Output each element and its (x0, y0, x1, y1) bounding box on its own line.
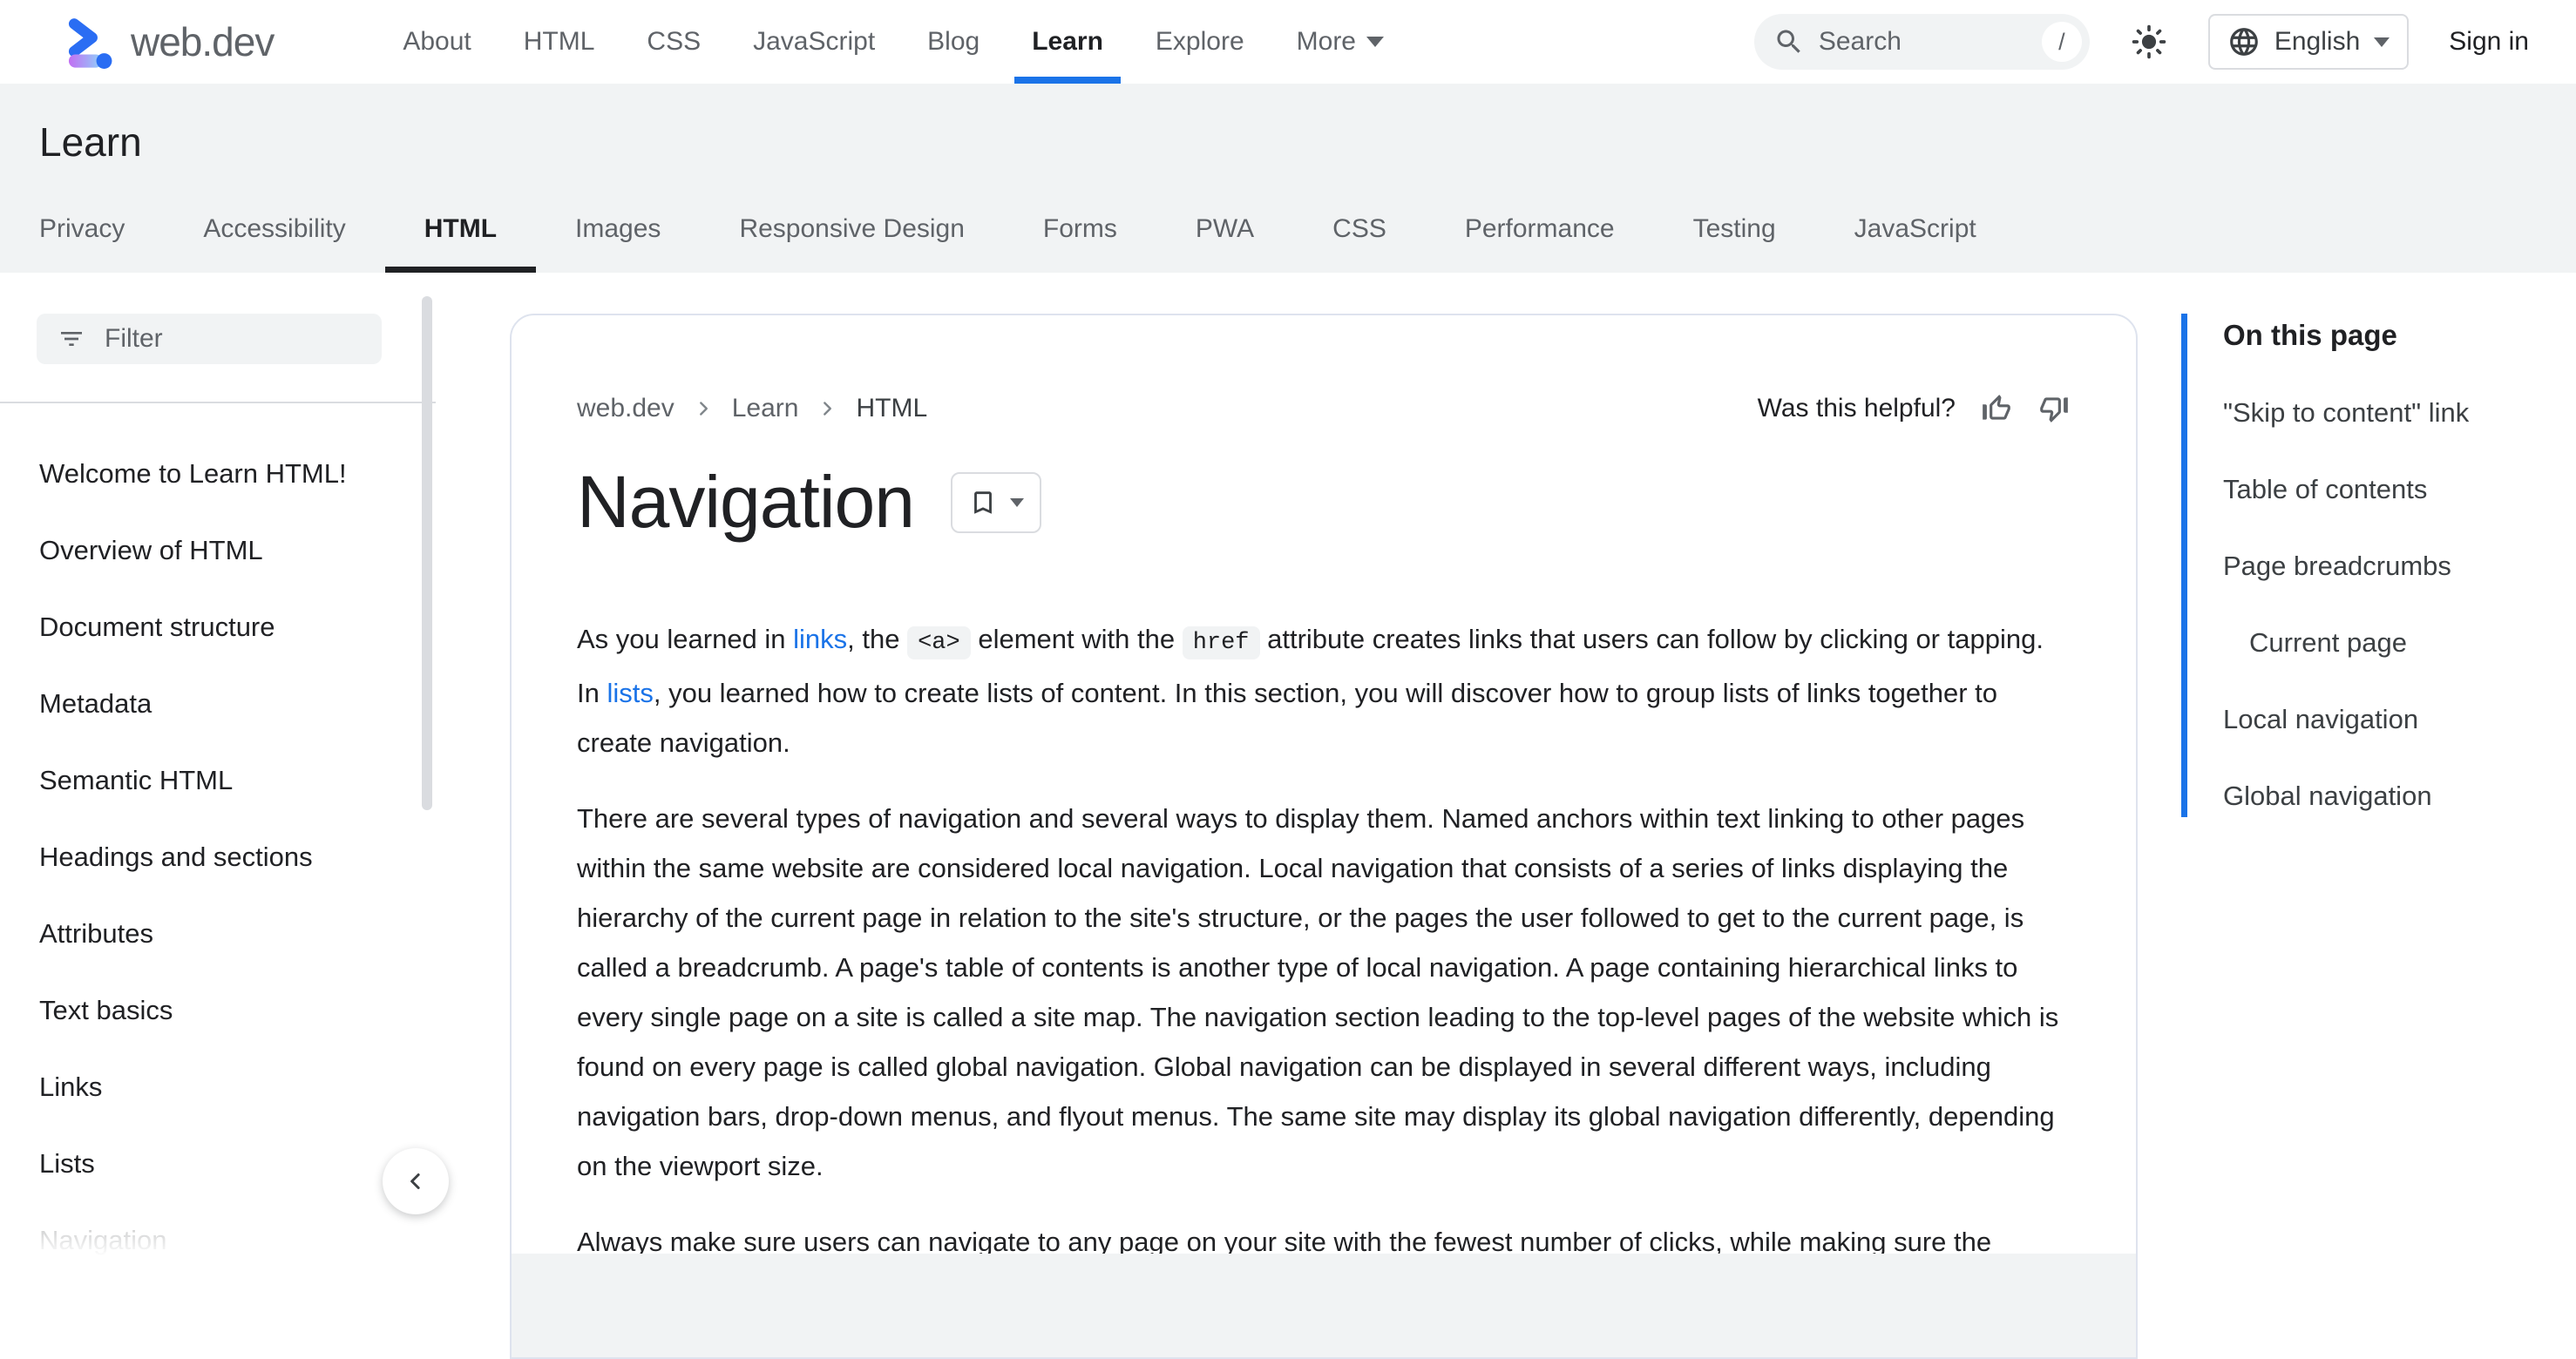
chevron-down-icon (1010, 498, 1024, 507)
filter-input[interactable] (105, 324, 361, 354)
tab-images[interactable]: Images (536, 186, 700, 273)
tab-responsive-design[interactable]: Responsive Design (700, 186, 1003, 273)
article-card: web.dev Learn HTML Was this helpful? (510, 314, 2138, 1359)
thumbs-down-button[interactable] (2037, 392, 2071, 425)
thumbs-up-button[interactable] (1980, 392, 2013, 425)
nav-item-css[interactable]: CSS (620, 0, 727, 84)
primary-nav: About HTML CSS JavaScript Blog Learn Exp… (376, 0, 1410, 84)
sidebar-item-metadata[interactable]: Metadata (0, 666, 436, 742)
tab-performance[interactable]: Performance (1426, 186, 1654, 273)
toc-list: "Skip to content" link Table of contents… (2223, 375, 2565, 835)
sun-icon (2130, 23, 2168, 61)
sign-in-button[interactable]: Sign in (2449, 27, 2529, 57)
webdev-logo[interactable]: web.dev (61, 13, 274, 71)
sidebar-item-text-basics[interactable]: Text basics (0, 972, 436, 1049)
nav-item-blog[interactable]: Blog (901, 0, 1006, 84)
links-link[interactable]: links (793, 624, 847, 654)
sidebar-scrollbar[interactable] (422, 296, 432, 810)
sidebar-item-lists[interactable]: Lists (0, 1126, 436, 1202)
toc-item-local-navigation[interactable]: Local navigation (2223, 681, 2565, 758)
tab-privacy[interactable]: Privacy (0, 186, 164, 273)
language-selector[interactable]: English (2208, 14, 2409, 70)
chevron-right-icon (692, 397, 715, 420)
course-nav-list: Welcome to Learn HTML! Overview of HTML … (0, 403, 436, 1279)
tab-testing[interactable]: Testing (1654, 186, 1815, 273)
chevron-down-icon (1366, 37, 1384, 47)
nav-item-about[interactable]: About (376, 0, 497, 84)
brand-wordmark: web.dev (131, 18, 274, 65)
sidebar-collapse-button[interactable] (383, 1148, 449, 1214)
toc-item-global-navigation[interactable]: Global navigation (2223, 758, 2565, 835)
breadcrumb-html[interactable]: HTML (856, 394, 927, 423)
tab-pwa[interactable]: PWA (1156, 186, 1293, 273)
nav-item-javascript[interactable]: JavaScript (727, 0, 901, 84)
breadcrumb: web.dev Learn HTML (577, 394, 927, 423)
search-input[interactable] (1819, 27, 2028, 57)
lists-link[interactable]: lists (607, 678, 653, 708)
bookmark-button[interactable] (951, 472, 1041, 533)
article-body: As you learned in links, the <a> element… (577, 614, 2072, 1267)
course-tabs: Privacy Accessibility HTML Images Respon… (0, 186, 2016, 273)
tab-javascript[interactable]: JavaScript (1815, 186, 2016, 273)
toc-title: On this page (2223, 314, 2565, 357)
sidebar-item-attributes[interactable]: Attributes (0, 896, 436, 972)
article-title: Navigation (577, 460, 914, 544)
toc-item-skip-to-content[interactable]: "Skip to content" link (2223, 375, 2565, 451)
feedback-label: Was this helpful? (1758, 394, 1956, 423)
code-a-element: <a> (907, 626, 971, 659)
on-this-page-panel: On this page "Skip to content" link Tabl… (2181, 314, 2565, 835)
chevron-left-icon (403, 1168, 429, 1194)
sidebar-item-headings-sections[interactable]: Headings and sections (0, 819, 436, 896)
tab-forms[interactable]: Forms (1004, 186, 1156, 273)
bookmark-icon (968, 488, 998, 517)
tab-html[interactable]: HTML (385, 186, 536, 273)
filter-section (0, 273, 436, 403)
sidebar-item-navigation[interactable]: Navigation (0, 1202, 436, 1279)
sidebar-item-document-structure[interactable]: Document structure (0, 589, 436, 666)
toc-item-table-of-contents[interactable]: Table of contents (2223, 451, 2565, 528)
course-sidebar: Welcome to Learn HTML! Overview of HTML … (0, 273, 436, 1266)
filter-box[interactable] (37, 314, 382, 364)
breadcrumb-webdev[interactable]: web.dev (577, 394, 675, 423)
nav-item-learn[interactable]: Learn (1006, 0, 1129, 84)
next-section-block (512, 1254, 2136, 1357)
search-icon (1773, 26, 1805, 57)
globe-icon (2227, 25, 2261, 58)
theme-toggle-button[interactable] (2130, 23, 2168, 61)
page-title: Learn (39, 118, 142, 166)
sidebar-item-links[interactable]: Links (0, 1049, 436, 1126)
search-box[interactable]: / (1754, 14, 2090, 70)
paragraph-2: There are several types of navigation an… (577, 794, 2072, 1191)
sidebar-item-welcome[interactable]: Welcome to Learn HTML! (0, 436, 436, 512)
feedback-widget: Was this helpful? (1758, 392, 2071, 425)
nav-item-more[interactable]: More (1271, 0, 1410, 84)
sidebar-item-overview[interactable]: Overview of HTML (0, 512, 436, 589)
language-label: English (2274, 27, 2360, 57)
tab-css[interactable]: CSS (1293, 186, 1426, 273)
header-actions: / English Sign in (1754, 14, 2529, 70)
breadcrumb-learn[interactable]: Learn (732, 394, 799, 423)
toc-item-current-page[interactable]: Current page (2223, 605, 2565, 681)
nav-item-html[interactable]: HTML (498, 0, 621, 84)
top-header: web.dev About HTML CSS JavaScript Blog L… (0, 0, 2576, 84)
code-href-attribute: href (1183, 626, 1260, 659)
chevron-down-icon (2374, 37, 2390, 47)
chevron-right-icon (816, 397, 838, 420)
webdev-logo-icon (61, 13, 119, 71)
nav-item-explore[interactable]: Explore (1129, 0, 1271, 84)
toc-item-page-breadcrumbs[interactable]: Page breadcrumbs (2223, 528, 2565, 605)
search-shortcut-key: / (2042, 22, 2082, 62)
paragraph-1: As you learned in links, the <a> element… (577, 614, 2072, 767)
toc-accent-bar (2181, 314, 2187, 817)
sidebar-item-semantic-html[interactable]: Semantic HTML (0, 742, 436, 819)
filter-icon (58, 325, 85, 353)
learn-header-band: Learn Privacy Accessibility HTML Images … (0, 84, 2576, 273)
tab-accessibility[interactable]: Accessibility (164, 186, 384, 273)
